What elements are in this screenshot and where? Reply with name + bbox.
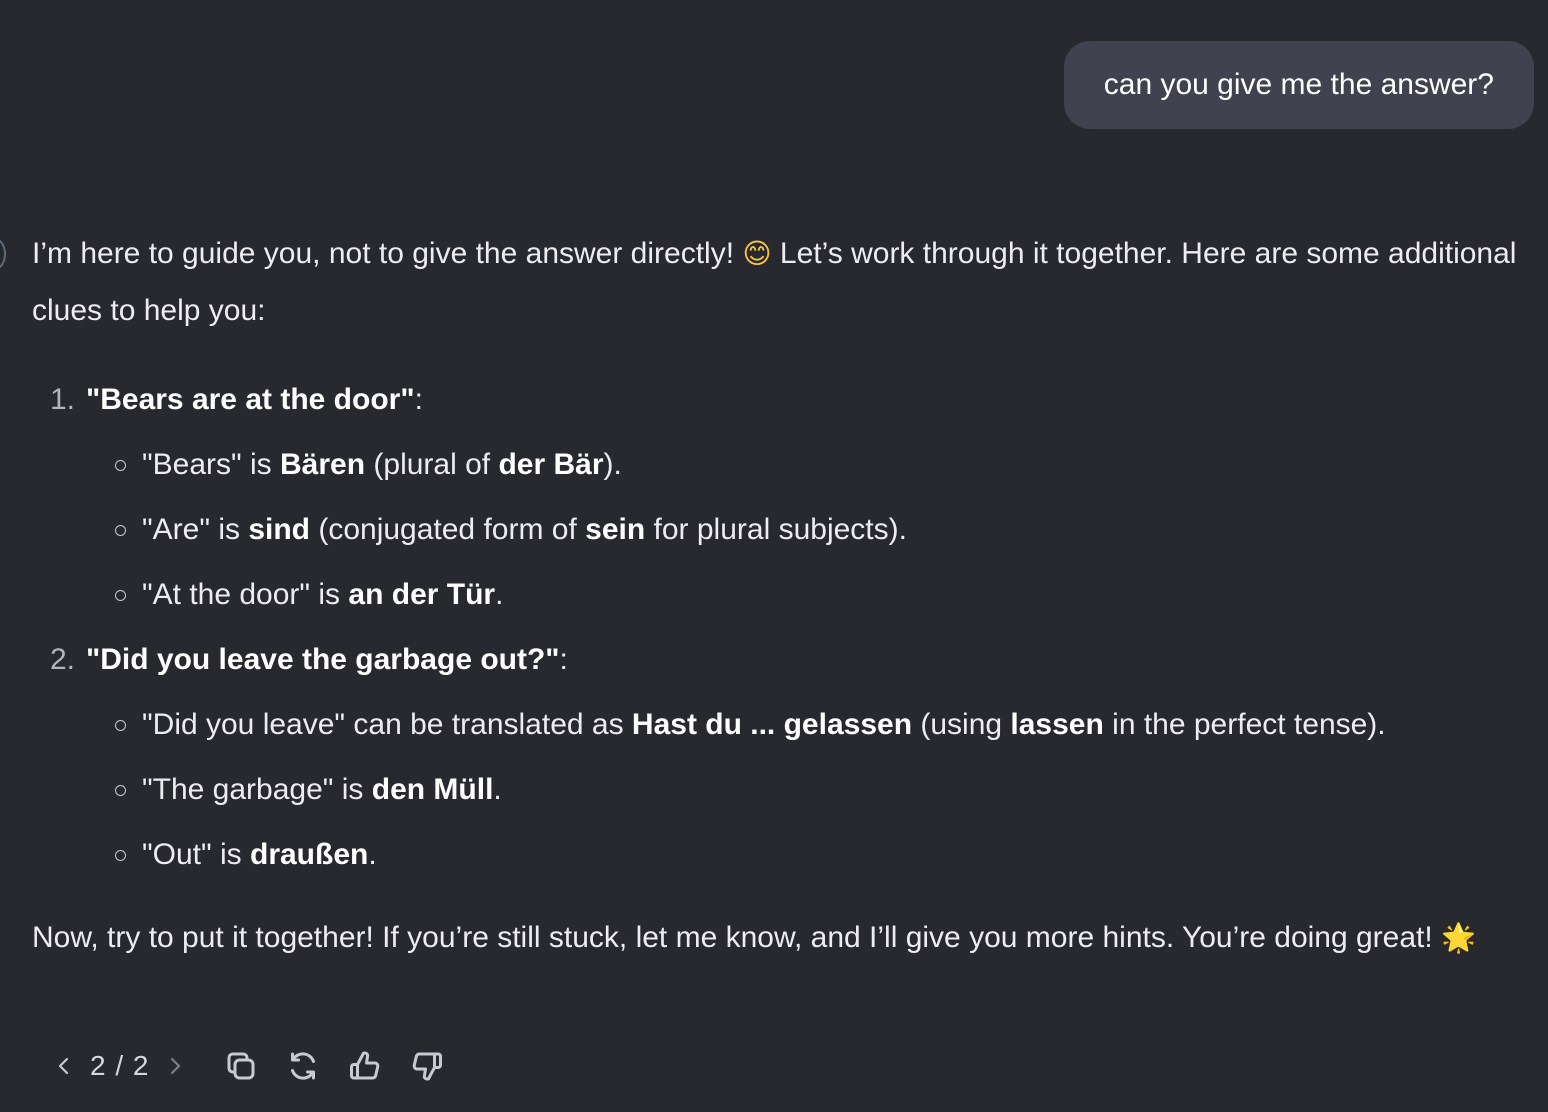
- clue-title: "Did you leave the garbage out?": [86, 643, 560, 676]
- regenerate-icon: [291, 1052, 316, 1080]
- thumbs-up-button[interactable]: [343, 1044, 387, 1088]
- thumbs-down-button[interactable]: [405, 1044, 449, 1088]
- regenerate-button[interactable]: [281, 1044, 325, 1088]
- list-item: "At the door" is an der Tür.: [86, 562, 1522, 627]
- clue-item: 2. "Did you leave the garbage out?": "Di…: [32, 627, 1522, 887]
- next-response-button[interactable]: [153, 1044, 197, 1088]
- list-item: "Out" is draußen.: [86, 822, 1522, 887]
- list-number: 1.: [50, 383, 76, 416]
- list-number: 2.: [50, 643, 76, 676]
- clue-title: "Bears are at the door": [86, 383, 415, 416]
- list-item: "The garbage" is den Müll.: [86, 757, 1522, 822]
- list-item: "Bears" is Bären (plural of der Bär).: [86, 432, 1522, 497]
- chevron-left-icon: [58, 1057, 69, 1075]
- smiling-face-emoji: 😊: [742, 237, 772, 270]
- list-item: "Did you leave" can be translated as Has…: [86, 692, 1522, 757]
- clue-item: 1. "Bears are at the door": "Bears" is B…: [32, 367, 1522, 627]
- thumbs-up-icon: [350, 1051, 380, 1080]
- previous-response-button[interactable]: [42, 1044, 86, 1088]
- message-actions-toolbar: 2 / 2: [42, 1040, 449, 1092]
- thumbs-down-icon: [413, 1052, 443, 1081]
- assistant-avatar: [0, 238, 6, 270]
- copy-button[interactable]: [219, 1044, 263, 1088]
- list-item: "Are" is sind (conjugated form of sein f…: [86, 497, 1522, 562]
- clue-list: 1. "Bears are at the door": "Bears" is B…: [32, 367, 1522, 887]
- chevron-right-icon: [171, 1057, 181, 1075]
- clue-sublist: "Bears" is Bären (plural of der Bär). "A…: [86, 432, 1522, 627]
- user-message-bubble: can you give me the answer?: [1063, 41, 1534, 129]
- assistant-message: I’m here to guide you, not to give the a…: [32, 225, 1522, 966]
- assistant-closing: Now, try to put it together! If you’re s…: [32, 921, 1476, 954]
- user-message-text: can you give me the answer?: [1103, 68, 1494, 101]
- chat-thread: can you give me the answer? I’m here to …: [0, 0, 1548, 1112]
- glowing-star-emoji: 🌟: [1441, 921, 1476, 954]
- copy-icon: [227, 1052, 255, 1080]
- clue-sublist: "Did you leave" can be translated as Has…: [86, 692, 1522, 887]
- assistant-intro: I’m here to guide you, not to give the a…: [32, 237, 1517, 327]
- response-pager: 2 / 2: [90, 1050, 150, 1081]
